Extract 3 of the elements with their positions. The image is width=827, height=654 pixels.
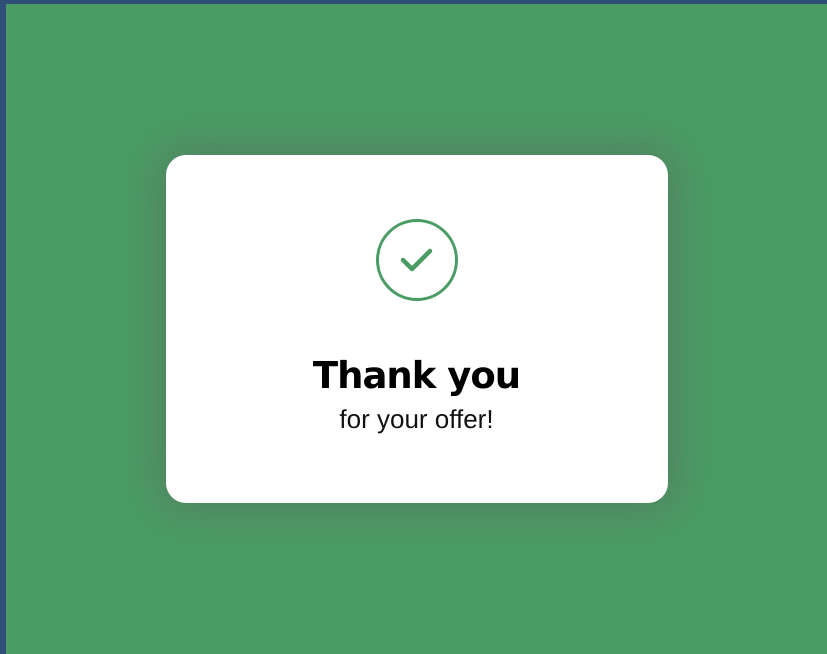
dialog-message: for your offer! [339,403,494,435]
dialog-title: Thank you [312,355,520,397]
check-icon [376,219,458,301]
